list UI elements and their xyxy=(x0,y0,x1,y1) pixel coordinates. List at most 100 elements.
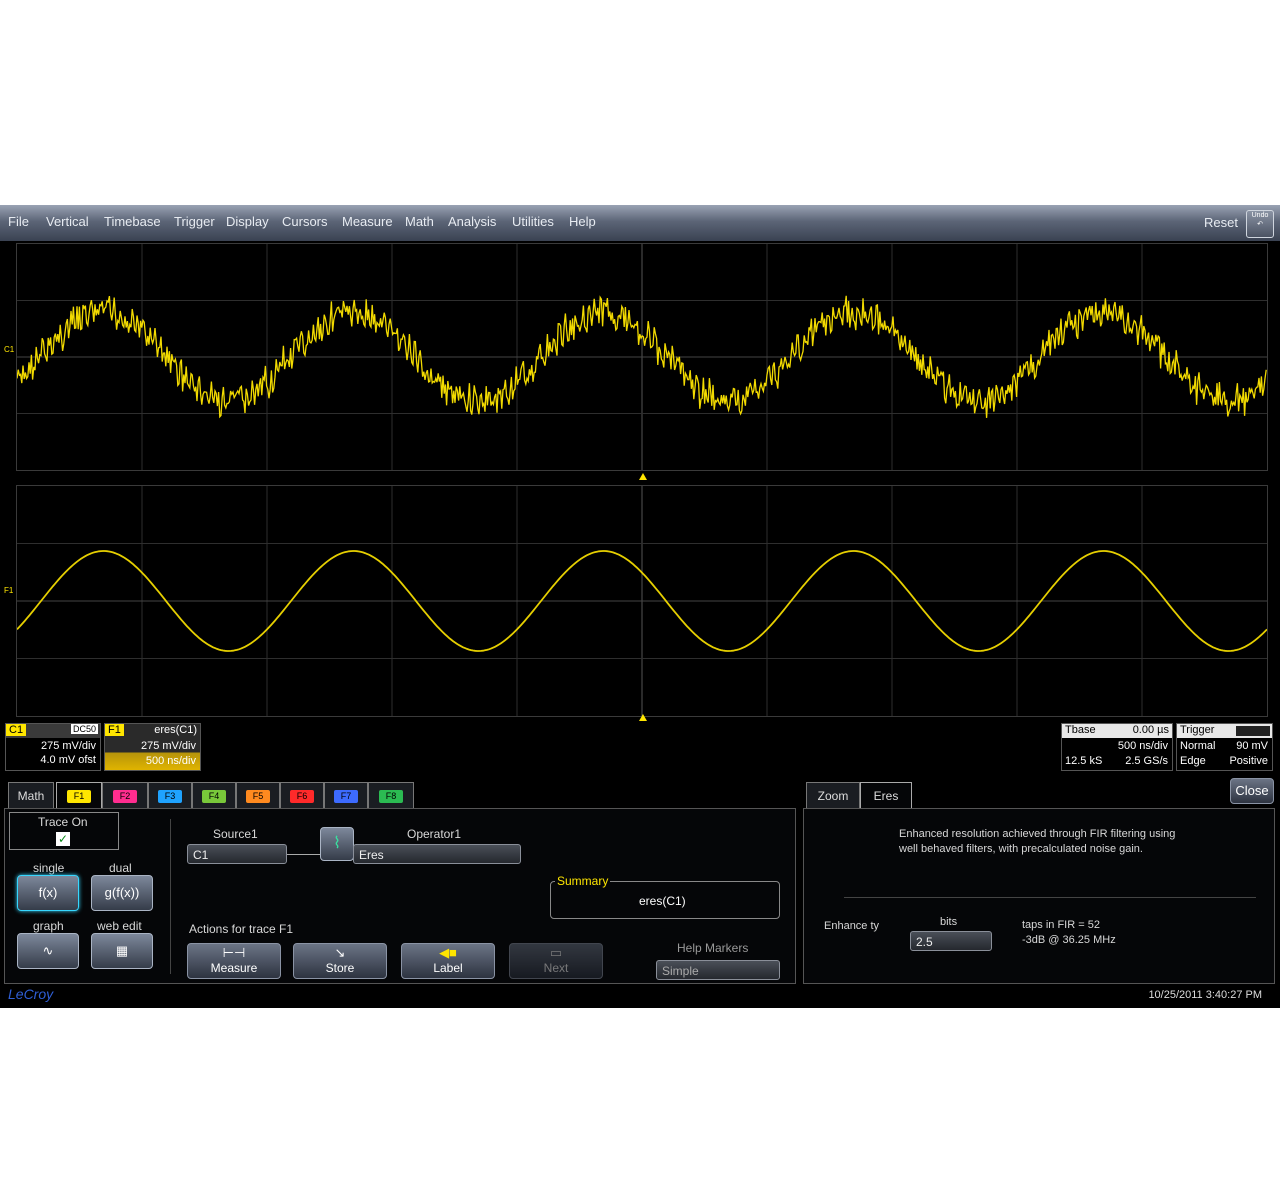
graph-button[interactable]: ∿ xyxy=(17,933,79,969)
next-icon: ▭ xyxy=(549,945,563,960)
menu-cursors[interactable]: Cursors xyxy=(282,214,328,229)
tab-math[interactable]: Math xyxy=(8,782,54,808)
menu-measure[interactable]: Measure xyxy=(342,214,393,229)
single-function-button[interactable]: f(x) xyxy=(17,875,79,911)
tab-f2[interactable]: F2 xyxy=(102,782,148,808)
menu-help[interactable]: Help xyxy=(569,214,596,229)
menu-math[interactable]: Math xyxy=(405,214,434,229)
lecroy-logo: LeCroy xyxy=(8,986,54,1002)
tab-f2-label: F2 xyxy=(113,790,137,804)
tab-f7[interactable]: F7 xyxy=(324,782,368,808)
source-operator-connector xyxy=(287,854,321,855)
menu-file[interactable]: File xyxy=(8,214,29,229)
tab-zoom[interactable]: Zoom xyxy=(806,782,860,808)
graticule xyxy=(17,486,1267,716)
trigger-header: Trigger xyxy=(1177,724,1272,738)
trigger-descriptor[interactable]: Trigger Normal 90 mV Edge Positive xyxy=(1176,723,1273,771)
tab-f6[interactable]: F6 xyxy=(280,782,324,808)
tab-f7-label: F7 xyxy=(334,790,358,804)
eres-setup-panel: Enhanced resolution achieved through FIR… xyxy=(803,808,1275,984)
menu-trigger[interactable]: Trigger xyxy=(174,214,215,229)
label-label: Label xyxy=(433,961,463,975)
bandwidth-readout: -3dB @ 36.25 MHz xyxy=(1022,934,1116,946)
tab-eres-label: Eres xyxy=(873,789,899,803)
timebase-rate: 2.5 GS/s xyxy=(1125,755,1168,767)
web-edit-button[interactable]: ▦ xyxy=(91,933,153,969)
tab-math-label: Math xyxy=(17,789,45,803)
tab-f5[interactable]: F5 xyxy=(236,782,280,808)
trigger-position-marker-bottom xyxy=(639,714,647,721)
c1-ground-marker: C1 xyxy=(4,345,15,354)
dual-function-icon: g(f(x)) xyxy=(104,885,140,900)
c1-descriptor[interactable]: C1 DC50 275 mV/div 4.0 mV ofst xyxy=(5,723,101,771)
oscilloscope-screen: File Vertical Timebase Trigger Display C… xyxy=(0,205,1280,1008)
help-markers-select[interactable]: Simple xyxy=(656,960,780,980)
graticule xyxy=(17,244,1267,470)
tab-f3[interactable]: F3 xyxy=(148,782,192,808)
trigger-status-icon xyxy=(1236,726,1270,736)
math-setup-panel: Trace On ✓ single f(x) dual g(f(x)) grap… xyxy=(4,808,796,984)
source1-label: Source1 xyxy=(213,827,258,841)
summary-value: eres(C1) xyxy=(639,894,686,908)
menu-timebase[interactable]: Timebase xyxy=(104,214,161,229)
next-button[interactable]: ▭ Next xyxy=(509,943,603,979)
reset-button[interactable]: Reset xyxy=(1204,215,1238,230)
c1-descriptor-header: C1 DC50 xyxy=(6,724,100,738)
grid-c1[interactable] xyxy=(16,243,1268,471)
graph-icon: ∿ xyxy=(42,943,54,958)
f1-descriptor[interactable]: F1 eres(C1) 275 mV/div 500 ns/div xyxy=(104,723,201,771)
c1-waveform-plot xyxy=(17,244,1267,470)
panel-divider xyxy=(170,819,171,974)
single-label: single xyxy=(33,861,65,875)
tab-f3-label: F3 xyxy=(158,790,182,804)
timebase-descriptor[interactable]: Tbase 0.00 µs 500 ns/div 12.5 kS 2.5 GS/… xyxy=(1061,723,1173,771)
eres-divider xyxy=(844,897,1256,898)
trace-on-label: Trace On xyxy=(38,815,88,829)
trigger-type: Edge xyxy=(1180,755,1206,767)
c1-coupling: DC50 xyxy=(70,724,98,734)
web-edit-label: web edit xyxy=(97,919,142,933)
undo-label: Undo xyxy=(1251,212,1269,219)
close-button[interactable]: Close xyxy=(1230,778,1274,804)
trigger-title: Trigger xyxy=(1180,724,1215,736)
bits-field[interactable]: 2.5 xyxy=(910,931,992,951)
tab-f8[interactable]: F8 xyxy=(368,782,414,808)
eres-description: Enhanced resolution achieved through FIR… xyxy=(899,828,1176,855)
operator-select-button[interactable]: ⌇ xyxy=(320,827,354,861)
source1-field[interactable]: C1 xyxy=(187,844,287,864)
store-button[interactable]: ↘ Store xyxy=(293,943,387,979)
f1-ground-marker: F1 xyxy=(4,586,14,595)
operator1-label: Operator1 xyxy=(407,827,462,841)
label-tag-icon: ◀■ xyxy=(439,945,457,960)
trace-on-checkbox[interactable]: ✓ xyxy=(56,832,70,846)
grid-f1[interactable] xyxy=(16,485,1268,717)
timebase-delay: 0.00 µs xyxy=(1132,724,1169,736)
timebase-title: Tbase xyxy=(1065,724,1096,736)
tab-f1[interactable]: F1 xyxy=(56,782,102,808)
dual-function-button[interactable]: g(f(x)) xyxy=(91,875,153,911)
f1-waveform-plot xyxy=(17,486,1267,716)
tab-eres[interactable]: Eres xyxy=(860,782,912,808)
menu-analysis[interactable]: Analysis xyxy=(448,214,496,229)
filter-icon: ⌇ xyxy=(333,835,341,852)
menu-utilities[interactable]: Utilities xyxy=(512,214,554,229)
store-icon: ↘ xyxy=(334,945,346,960)
label-button[interactable]: ◀■ Label xyxy=(401,943,495,979)
trace-on-box[interactable]: Trace On ✓ xyxy=(9,812,119,850)
f1-function: eres(C1) xyxy=(154,724,197,736)
menu-vertical[interactable]: Vertical xyxy=(46,214,89,229)
menu-display[interactable]: Display xyxy=(226,214,269,229)
web-edit-icon: ▦ xyxy=(115,943,129,958)
next-label: Next xyxy=(543,961,569,975)
undo-button[interactable]: Undo ↶ xyxy=(1246,210,1274,238)
tab-zoom-label: Zoom xyxy=(817,789,849,803)
operator1-field[interactable]: Eres xyxy=(353,844,521,864)
tab-f4[interactable]: F4 xyxy=(192,782,236,808)
tab-f1-label: F1 xyxy=(67,790,91,804)
f1-scale: 275 mV/div xyxy=(140,740,196,752)
measure-label: Measure xyxy=(210,961,258,975)
summary-box: Summary eres(C1) xyxy=(550,874,780,919)
measure-button[interactable]: ⊢⊣ Measure xyxy=(187,943,281,979)
c1-scale: 275 mV/div xyxy=(40,740,96,752)
trigger-slope: Positive xyxy=(1229,755,1268,767)
